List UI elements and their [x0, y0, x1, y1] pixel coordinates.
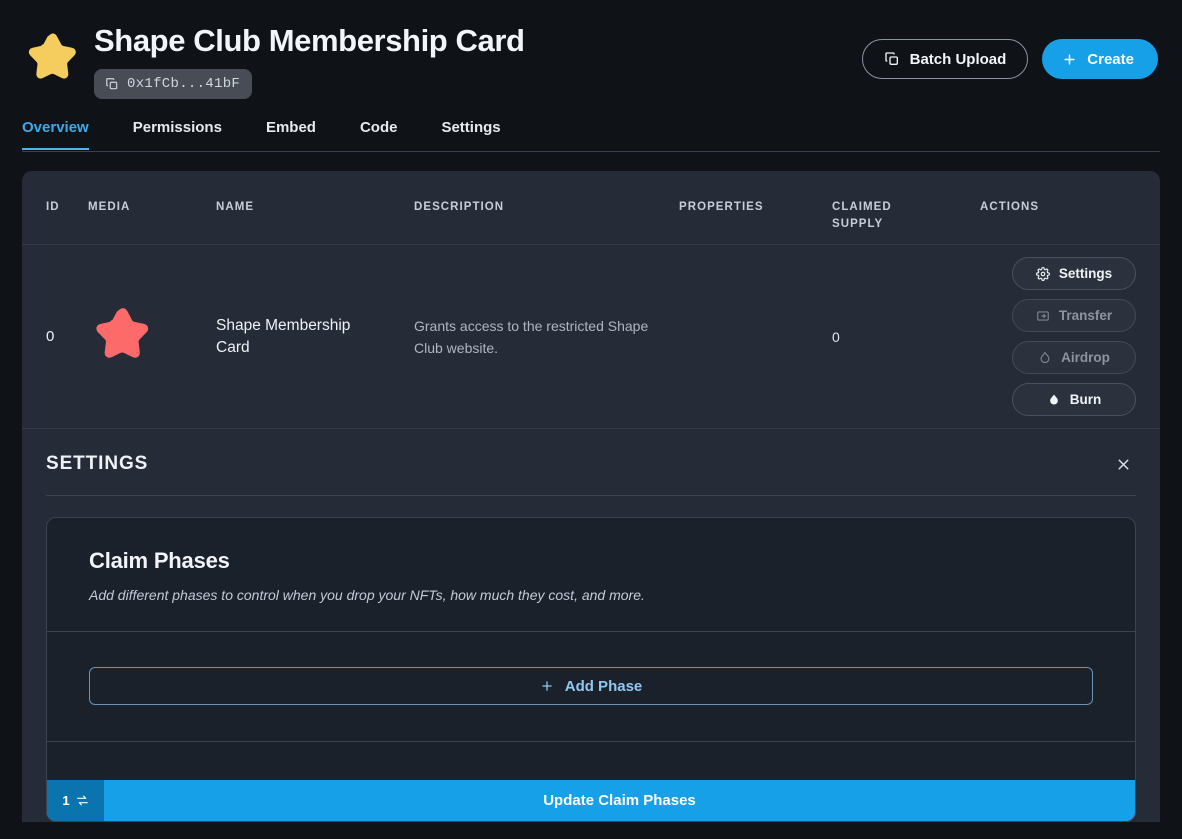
create-button[interactable]: Create [1042, 39, 1158, 79]
gear-icon [1035, 266, 1050, 281]
claim-phases-intro: Claim Phases Add different phases to con… [47, 518, 1135, 631]
add-phase-button[interactable]: Add Phase [89, 667, 1093, 705]
plus-icon [1064, 53, 1075, 65]
collection-logo [22, 26, 84, 88]
update-claim-phases-button[interactable]: Update Claim Phases [104, 780, 1135, 821]
cell-name: Shape Membership Card [216, 316, 351, 356]
swap-arrows-icon [76, 795, 88, 806]
row-transfer-label: Transfer [1058, 308, 1113, 323]
tab-overview[interactable]: Overview [22, 118, 111, 150]
star-icon [28, 33, 76, 79]
claimed-supply-line-1: CLAIMED [832, 201, 892, 213]
column-header-description: DESCRIPTION [414, 201, 505, 213]
tab-embed[interactable]: Embed [244, 118, 338, 149]
close-icon [1118, 459, 1128, 469]
claim-phases-footer: 1 Update Claim Phases [47, 780, 1135, 821]
contract-address-badge[interactable]: 0x1fCb...41bF [94, 69, 253, 99]
tab-settings[interactable]: Settings [419, 118, 522, 149]
settings-panel-header: SETTINGS [46, 451, 1136, 496]
add-phase-label: Add Phase [564, 677, 643, 695]
row-airdrop-label: Airdrop [1061, 350, 1110, 365]
create-label: Create [1087, 50, 1134, 68]
row-transfer-button[interactable]: Transfer [1012, 299, 1136, 332]
layers-copy-icon [884, 52, 898, 65]
cell-claimed-supply: 0 [832, 328, 840, 345]
plus-icon [542, 681, 552, 691]
column-header-id: ID [46, 201, 60, 213]
claim-phases-body: Add Phase [47, 632, 1135, 741]
title-block: Shape Club Membership Card 0x1fCb...41bF [94, 18, 525, 99]
column-header-properties: PROPERTIES [679, 201, 764, 213]
star-icon [96, 308, 149, 358]
column-header-actions: ACTIONS [980, 201, 1040, 213]
close-settings-button[interactable] [1110, 451, 1136, 477]
contract-address-text: 0x1fCb...41bF [127, 76, 241, 92]
tab-permissions[interactable]: Permissions [111, 118, 244, 149]
column-header-claimed-supply: CLAIMED SUPPLY [832, 199, 980, 233]
page-title: Shape Club Membership Card [94, 23, 525, 58]
cell-actions: Settings Transfer Airdrop Burn [980, 257, 1160, 416]
batch-upload-label: Batch Upload [909, 50, 1007, 68]
header-actions: Batch Upload Create [861, 39, 1158, 79]
row-settings-label: Settings [1058, 266, 1113, 281]
transaction-count: 1 [62, 793, 70, 808]
transaction-count-badge: 1 [47, 780, 104, 821]
cell-media [88, 301, 216, 372]
column-header-name: NAME [216, 201, 255, 213]
tab-bar: Overview Permissions Embed Code Settings [22, 118, 1160, 152]
row-airdrop-button[interactable]: Airdrop [1012, 341, 1136, 374]
tab-code[interactable]: Code [338, 118, 420, 149]
droplet-outline-icon [1040, 351, 1050, 363]
claim-phases-card: Claim Phases Add different phases to con… [46, 517, 1136, 822]
settings-panel: SETTINGS Claim Phases Add different phas… [22, 429, 1160, 822]
footer-spacer [47, 742, 1135, 780]
cell-id: 0 [46, 328, 55, 345]
claim-phases-title: Claim Phases [89, 548, 230, 573]
table-header-row: ID MEDIA NAME DESCRIPTION PROPERTIES CLA… [22, 171, 1160, 245]
claimed-supply-line-2: SUPPLY [832, 218, 884, 230]
row-settings-button[interactable]: Settings [1012, 257, 1136, 290]
nft-table: ID MEDIA NAME DESCRIPTION PROPERTIES CLA… [22, 171, 1160, 429]
row-burn-label: Burn [1069, 392, 1102, 407]
droplet-filled-icon [1049, 394, 1058, 405]
table-row: 0 Shape Membership Card Grants access to… [22, 245, 1160, 429]
batch-upload-button[interactable]: Batch Upload [861, 39, 1029, 79]
cell-description: Grants access to the restricted Shape Cl… [414, 317, 649, 356]
transfer-box-icon [1037, 310, 1049, 321]
settings-panel-title: SETTINGS [46, 453, 149, 474]
page-header: Shape Club Membership Card 0x1fCb...41bF… [0, 0, 1182, 118]
row-burn-button[interactable]: Burn [1012, 383, 1136, 416]
copy-icon [106, 78, 118, 90]
claim-phases-subtitle: Add different phases to control when you… [89, 587, 645, 603]
column-header-media: MEDIA [88, 201, 131, 213]
